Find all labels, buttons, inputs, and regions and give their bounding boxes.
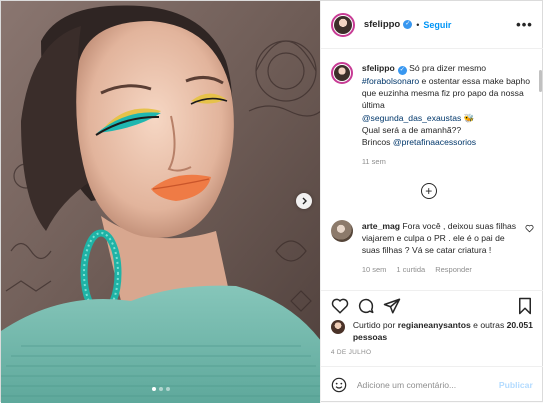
comment-meta: 10 sem 1 curtida Responder <box>362 264 522 276</box>
mention-link[interactable]: @pretafinaacessorios <box>393 137 476 147</box>
comment-text: arte_mag Fora você , deixou suas filhas … <box>362 220 522 276</box>
caption-avatar[interactable] <box>330 62 353 84</box>
separator: • <box>416 19 420 30</box>
action-bar <box>320 290 543 320</box>
liker-avatar[interactable] <box>330 320 345 334</box>
emoji-icon[interactable] <box>331 377 347 393</box>
follow-button[interactable]: Seguir <box>423 20 451 30</box>
carousel-dot <box>152 387 156 391</box>
caption-line: Brincos <box>361 137 393 148</box>
comment-icon[interactable] <box>357 297 375 315</box>
carousel-dot <box>159 387 163 391</box>
likes-summary: Curtido por regianeanysantos e outras 20… <box>330 319 536 343</box>
chevron-right-icon <box>302 197 307 205</box>
reply-button[interactable]: Responder <box>435 264 472 276</box>
comment-input[interactable] <box>356 380 497 390</box>
share-icon[interactable] <box>383 297 401 315</box>
comments-section[interactable]: sfelippo ✓ Só pra dizer mesmo #forabolson… <box>321 50 543 290</box>
portrait-image <box>1 1 320 403</box>
caption-text: sfelippo ✓ Só pra dizer mesmo #forabolson… <box>362 62 532 168</box>
hashtag-link[interactable]: #forabolsonaro <box>362 76 419 86</box>
verified-icon: ✓ <box>403 20 413 29</box>
caption-line: Só pra dizer mesmo <box>406 63 487 73</box>
likes-prefix: Curtido por <box>352 320 398 330</box>
comment-item: arte_mag Fora você , deixou suas filhas … <box>330 220 536 276</box>
verified-icon: ✓ <box>397 66 407 75</box>
post-side-panel: sfelippo ✓ • Seguir ••• sfelippo ✓ Só pra… <box>319 1 543 403</box>
comment-time[interactable]: 10 sem <box>362 264 387 276</box>
likes-text[interactable]: Curtido por regianeanysantos e outras 20… <box>353 319 536 343</box>
liker-username[interactable]: regianeanysantos <box>398 320 471 330</box>
caption-line: Qual será a de amanhã?? <box>361 124 462 135</box>
bookmark-icon[interactable] <box>516 297 534 315</box>
commenter-username[interactable]: arte_mag <box>362 221 400 231</box>
add-comment-bar: Publicar <box>320 366 543 403</box>
caption-time[interactable]: 11 sem <box>362 156 532 168</box>
caption-username[interactable]: sfelippo <box>362 63 395 73</box>
comments-scrollbar[interactable] <box>539 50 542 290</box>
carousel-next-button[interactable] <box>296 193 312 209</box>
likes-middle: e outras <box>470 320 507 330</box>
heart-icon[interactable] <box>331 297 349 315</box>
carousel-dot <box>166 387 170 391</box>
plus-circle-icon: + <box>425 184 433 198</box>
more-options-button[interactable]: ••• <box>516 17 533 32</box>
post-header: sfelippo ✓ • Seguir ••• <box>320 1 543 49</box>
commenter-avatar[interactable] <box>330 220 353 242</box>
bee-emoji: 🐝 <box>461 112 475 123</box>
heart-icon[interactable] <box>525 224 534 233</box>
comment-likes[interactable]: 1 curtida <box>396 264 425 276</box>
publish-button[interactable]: Publicar <box>499 380 533 390</box>
post-photo[interactable] <box>1 1 320 403</box>
carousel-dots <box>1 387 320 391</box>
caption: sfelippo ✓ Só pra dizer mesmo #forabolson… <box>330 62 536 168</box>
instagram-post: sfelippo ✓ • Seguir ••• sfelippo ✓ Só pra… <box>0 0 543 403</box>
author-username[interactable]: sfelippo <box>364 19 400 30</box>
post-date[interactable]: 4 DE JULHO <box>331 349 372 356</box>
load-more-comments-button[interactable]: + <box>420 183 437 199</box>
author-avatar[interactable] <box>330 12 355 37</box>
mention-link[interactable]: @segunda_das_exaustas <box>362 113 462 123</box>
